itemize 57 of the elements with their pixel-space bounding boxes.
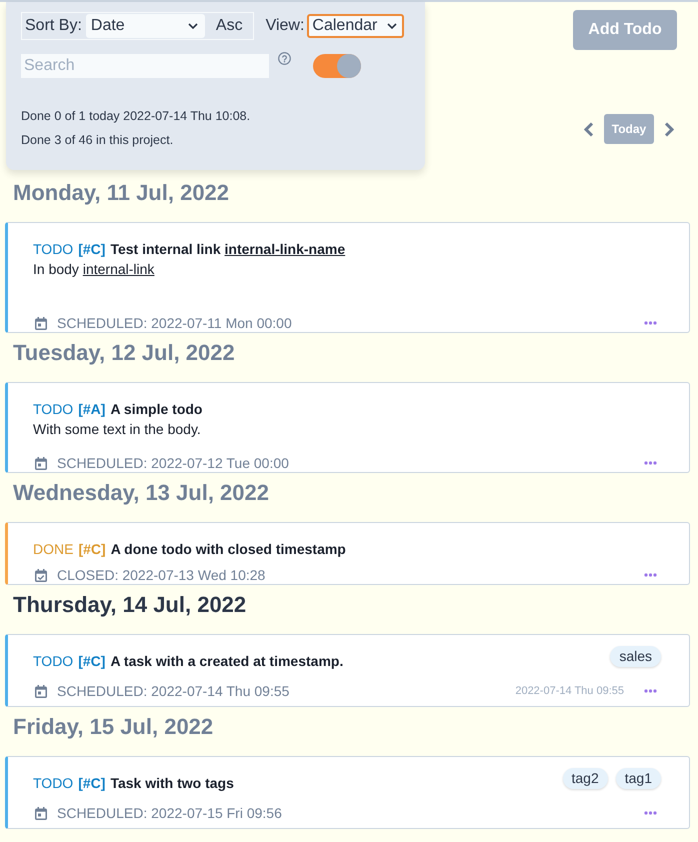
timestamp-text: SCHEDULED: 2022-07-11 Mon 00:00 [57,315,292,331]
chevron-down-icon [387,23,398,29]
more-icon[interactable] [644,461,657,465]
timestamp-text: SCHEDULED: 2022-07-14 Thu 09:55 [57,683,290,699]
tag[interactable]: sales [610,646,661,667]
todo-title: Test internal link internal-link-name [110,240,346,259]
todo-title: A done todo with closed timestamp [110,540,346,559]
day-heading: Thursday, 14 Jul, 2022 [12,591,248,619]
todo-body: In body internal-link [33,260,154,279]
todo-title: Task with two tags [110,774,234,793]
sort-label: Sort By: [25,17,82,35]
priority-label: [#C] [78,540,106,559]
sort-direction-button[interactable]: Asc [216,17,243,35]
calendar-icon [35,456,47,470]
calendar-icon [35,684,47,698]
link[interactable]: internal-link-name [224,241,346,257]
day-heading: Monday, 11 Jul, 2022 [12,179,230,207]
tag[interactable]: tag2 [562,768,608,789]
tag[interactable]: tag1 [616,768,661,789]
priority-label: [#C] [78,774,106,793]
stats-text: Done 0 of 1 today 2022-07-14 Thu 10:08. [21,108,252,125]
link[interactable]: internal-link [82,261,154,277]
search-field[interactable]: Search [21,54,269,78]
view-label: View: [266,17,304,35]
stats-text: Done 3 of 46 in this project. [21,132,174,149]
day-heading: Friday, 15 Jul, 2022 [12,713,214,741]
more-icon[interactable] [644,689,657,693]
todo-body: With some text in the body. [33,420,201,439]
status-keyword: TODO [33,652,74,671]
status-keyword: TODO [33,400,74,419]
view-select[interactable]: Calendar [307,14,404,38]
chevron-down-icon [188,23,198,29]
day-heading: Tuesday, 12 Jul, 2022 [12,339,236,367]
calendar-icon [35,316,47,330]
chevron-left-icon[interactable] [584,122,594,136]
created-timestamp: 2022-07-14 Thu 09:55 [515,685,624,697]
status-keyword: DONE [33,540,74,559]
calendar-check-icon [35,568,47,582]
priority-label: [#C] [78,240,106,259]
timestamp-text: SCHEDULED: 2022-07-12 Tue 00:00 [57,455,289,471]
timestamp-text: SCHEDULED: 2022-07-15 Fri 09:56 [57,805,282,821]
help-icon[interactable] [278,52,291,65]
toggle-switch[interactable] [313,54,361,78]
day-heading: Wednesday, 13 Jul, 2022 [12,479,270,507]
priority-label: [#C] [78,652,106,671]
more-icon[interactable] [644,321,657,325]
more-icon[interactable] [644,811,657,815]
priority-label: [#A] [78,400,106,419]
todo-title: A task with a created at timestamp. [110,652,344,671]
sort-select[interactable]: Date [86,14,205,38]
status-keyword: TODO [33,774,74,793]
more-icon[interactable] [644,573,657,577]
chevron-right-icon[interactable] [664,122,674,136]
timestamp-text: CLOSED: 2022-07-13 Wed 10:28 [57,567,266,583]
calendar-icon [35,806,47,820]
todo-title: A simple todo [110,400,202,419]
status-keyword: TODO [33,240,74,259]
